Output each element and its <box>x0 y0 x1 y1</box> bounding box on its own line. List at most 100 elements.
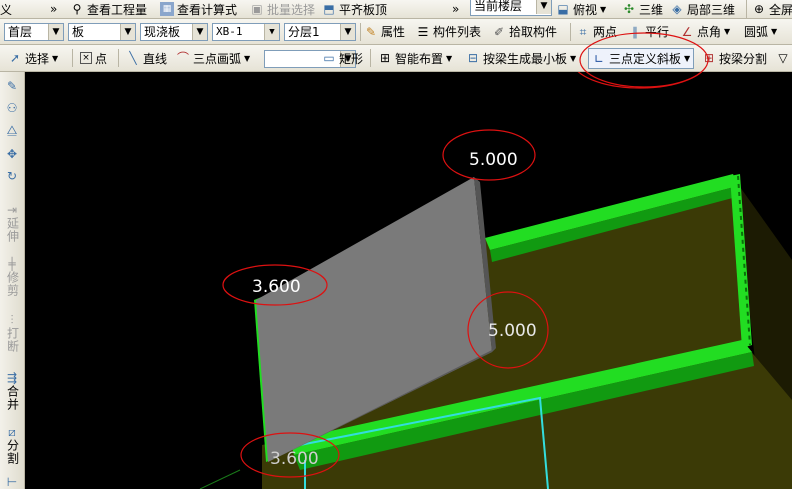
rectangle-button[interactable]: ▭ 矩形 <box>322 45 363 71</box>
local-3d-button[interactable]: ◈ 局部三维 <box>670 0 735 18</box>
dropdown-arrow-icon: ▼ <box>244 53 251 63</box>
chevron-down-icon: ▼ <box>192 24 207 40</box>
separator <box>118 49 119 67</box>
elevation-label-right: 5.000 <box>488 321 537 341</box>
point-angle-icon: ∠ <box>681 24 693 39</box>
line-icon: ╲ <box>129 51 137 65</box>
calculator-icon: ▦ <box>160 2 174 16</box>
two-points-icon: ⌗ <box>579 24 587 39</box>
floor-select[interactable]: 首层 ▼ <box>4 23 64 41</box>
more-tools-icon[interactable]: ▽ <box>776 45 790 71</box>
mirror-icon[interactable]: ⧋ <box>1 124 23 137</box>
rotate-icon[interactable]: ↻ <box>1 170 23 183</box>
menu-fragment[interactable]: 义 <box>0 0 12 18</box>
main-toolbar-row2: 首层 ▼ 板 ▼ 现浇板 ▼ XB-1 ▼ 分层1 ▼ ✎ 属性 ☰ 构件列表 ✐ 拾取构… <box>0 19 792 45</box>
separator <box>746 0 747 18</box>
eyedropper-icon: ✐ <box>493 24 505 39</box>
arc-icon: ⌒ <box>176 51 189 65</box>
merge-button[interactable]: ⇶ 合并 <box>1 371 23 412</box>
split-icon: ⧄ <box>8 425 16 439</box>
arc-button[interactable]: 圆弧 ▼ <box>744 19 777 44</box>
select-button[interactable]: ➚ 选择 ▼ <box>8 45 58 71</box>
rectangle-icon: ▭ <box>323 51 335 65</box>
chevron-down-icon: ▼ <box>536 0 551 14</box>
two-points-button[interactable]: ⌗ 两点 <box>576 19 617 44</box>
elevation-label-bottom: 3.600 <box>270 449 319 469</box>
smart-layout-button[interactable]: ⊞ 智能布置 ▼ <box>378 45 452 71</box>
current-floor-select[interactable]: 当前楼层 ▼ <box>470 0 552 16</box>
batch-select-icon: ▣ <box>251 2 263 16</box>
fullscreen-icon: ⊕ <box>753 2 765 16</box>
line-button[interactable]: ╲ 直线 <box>126 45 167 71</box>
three-point-slope-button[interactable]: ∟ 三点定义斜板 ▼ <box>588 48 695 69</box>
split-button[interactable]: ⧄ 分割 <box>1 425 23 466</box>
dropdown-arrow-icon: ▼ <box>446 53 453 63</box>
brush-icon[interactable]: ✎ <box>1 80 23 93</box>
view-formula-button[interactable]: ▦ 查看计算式 <box>160 0 237 18</box>
fullscreen-button[interactable]: ⊕ 全屏 <box>752 0 792 18</box>
split-by-beam-button[interactable]: ⊞ 按梁分割 <box>702 45 767 71</box>
dropdown-arrow-icon: ▼ <box>570 53 577 63</box>
separator <box>72 49 73 67</box>
break-button[interactable]: ⫶ 打断 <box>1 313 23 354</box>
chevron-down-icon: ▼ <box>264 24 279 40</box>
toolbar-overflow-chevron-2[interactable]: » <box>452 0 459 18</box>
slab-top-icon: ⬒ <box>323 2 335 16</box>
copy-icon[interactable]: ⚇ <box>1 102 23 115</box>
elevation-label-top: 5.000 <box>469 150 518 170</box>
min-slab-by-beam-button[interactable]: ⊟ 按梁生成最小板 ▼ <box>466 45 576 71</box>
top-view-button[interactable]: ⬓ 俯视 ▼ <box>556 0 606 18</box>
point-icon: × <box>80 52 92 64</box>
break-icon: ⫶ <box>10 313 14 327</box>
parallel-button[interactable]: ∥ 平行 <box>628 19 669 44</box>
parallel-icon: ∥ <box>632 24 638 39</box>
dropdown-arrow-icon: ▼ <box>771 27 778 36</box>
list-icon: ☰ <box>417 24 429 39</box>
local-3d-icon: ◈ <box>672 2 682 16</box>
elevation-label-left: 3.600 <box>252 277 301 297</box>
dropdown-arrow-icon: ▼ <box>52 53 59 63</box>
extra-tool-icon[interactable]: ⊢ <box>1 476 23 489</box>
type-select[interactable]: 板 ▼ <box>68 23 136 41</box>
pick-component-button[interactable]: ✐ 拾取构件 <box>492 19 557 44</box>
properties-icon: ✎ <box>365 24 377 39</box>
dropdown-arrow-icon: ▼ <box>600 4 607 14</box>
trim-icon: ╪ <box>8 257 16 271</box>
extend-button[interactable]: ⇥ 延伸 <box>1 204 23 244</box>
batch-select-button[interactable]: ▣ 批量选择 <box>250 0 315 18</box>
layer-select[interactable]: 分层1 ▼ <box>284 23 356 41</box>
chevron-down-icon: ▼ <box>120 24 135 40</box>
subtype-select[interactable]: 现浇板 ▼ <box>140 23 208 41</box>
separator <box>360 23 361 41</box>
binoculars-icon: ⚲ <box>72 2 82 16</box>
move-icon[interactable]: ✥ <box>1 148 23 161</box>
cursor-icon: ➚ <box>9 51 21 65</box>
component-list-button[interactable]: ☰ 构件列表 <box>416 19 481 44</box>
edit-toolbar: ✎ ⚇ ⧋ ✥ ↻ ⇥ 延伸 ╪ 修剪 ⫶ 打断 ⇶ 合并 ⧄ 分割 ⊢ <box>0 72 25 489</box>
trim-button[interactable]: ╪ 修剪 <box>1 257 23 298</box>
3d-viewport[interactable]: 5.000 3.600 5.000 3.600 <box>25 72 792 489</box>
three-d-button[interactable]: ✣ 三维 <box>622 0 663 18</box>
point-button[interactable]: × 点 <box>80 45 107 71</box>
slope-axis-icon: ∟ <box>593 51 605 66</box>
toolbar-overflow-chevron[interactable]: » <box>50 0 57 18</box>
properties-button[interactable]: ✎ 属性 <box>364 19 405 44</box>
chevron-down-icon: ▼ <box>340 24 355 40</box>
top-view-icon: ⬓ <box>557 2 569 16</box>
three-point-arc-button[interactable]: ⌒ 三点画弧 ▼ <box>176 45 250 71</box>
merge-icon: ⇶ <box>6 371 18 385</box>
drawing-toolbar: ➚ 选择 ▼ × 点 ╲ 直线 ⌒ 三点画弧 ▼ ▼ ▭ 矩形 ⊞ 智能布置 ▼ ⊟ … <box>0 45 792 72</box>
dropdown-arrow-icon: ▼ <box>684 54 691 63</box>
main-toolbar-row1: 义 » ⚲ 查看工程量 ▦ 查看计算式 ▣ 批量选择 ⬒ 平齐板顶 » 当前楼层… <box>0 0 792 19</box>
component-select[interactable]: XB-1 ▼ <box>212 23 280 41</box>
separator <box>370 49 371 67</box>
split-grid-icon: ⊞ <box>703 51 715 65</box>
smart-layout-icon: ⊞ <box>379 51 391 65</box>
separator <box>570 23 571 41</box>
slab-grid-icon: ⊟ <box>467 51 479 65</box>
point-angle-button[interactable]: ∠ 点角 ▼ <box>680 19 731 44</box>
dropdown-arrow-icon: ▼ <box>724 27 731 36</box>
flush-slab-top-button[interactable]: ⬒ 平齐板顶 <box>322 0 387 18</box>
chevron-down-icon: ▼ <box>48 24 63 40</box>
view-quantity-button[interactable]: ⚲ 查看工程量 <box>70 0 147 18</box>
